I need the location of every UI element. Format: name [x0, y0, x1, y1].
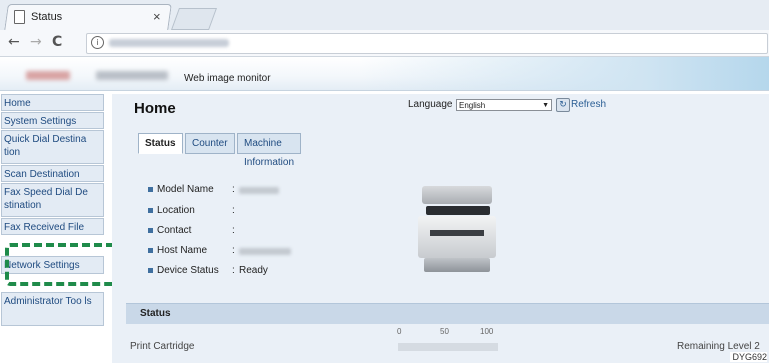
brand-logo-blurred [26, 71, 70, 80]
info-row-host-name: Host Name : [148, 245, 291, 256]
tab-close-icon[interactable]: × [153, 9, 161, 24]
scale-tick-100: 100 [480, 327, 494, 336]
info-row-device-status: Device Status : Ready [148, 265, 288, 276]
product-label: Web image monitor [184, 73, 271, 84]
printer-output-slot [430, 230, 484, 236]
info-row-model-name: Model Name : [148, 184, 279, 195]
browser-tabstrip: Status × [0, 0, 769, 31]
printer-body [418, 216, 496, 258]
tab-machine-information[interactable]: Machine Information [237, 133, 302, 168]
info-row-location: Location : [148, 205, 235, 216]
menu-item-fax-received-file[interactable]: Fax Received File [1, 218, 104, 235]
bullet-icon [148, 207, 153, 213]
language-label: Language [408, 99, 453, 110]
model-name-blurred [96, 71, 168, 80]
refresh-icon[interactable]: ↻ [556, 98, 570, 112]
cartridge-level-bar [398, 343, 498, 351]
main-content: Home Language English ▼ ↻ Refresh Status… [112, 94, 769, 363]
dropdown-arrow-icon: ▼ [542, 102, 549, 109]
browser-toolbar: ← → C i [0, 30, 769, 57]
menu-item-system-settings[interactable]: System Settings [1, 112, 104, 129]
printer-scanner-lid [422, 186, 492, 204]
new-tab-button[interactable] [170, 8, 218, 30]
bullet-icon [148, 227, 153, 233]
browser-tab-content: Status [14, 10, 62, 24]
reload-icon[interactable]: C [52, 34, 62, 50]
menu-item-quick-dial-destination[interactable]: Quick Dial Destina tion [1, 130, 104, 164]
blurred-url [109, 39, 229, 47]
tab-status[interactable]: Status [138, 133, 183, 154]
side-menu: Home System Settings Quick Dial Destina … [0, 94, 108, 363]
bullet-icon [148, 247, 153, 253]
browser-tab-title: Status [31, 11, 63, 23]
figure-code: DYG692 [730, 352, 767, 362]
menu-item-scan-destination[interactable]: Scan Destination [1, 165, 104, 182]
bullet-icon [148, 186, 153, 192]
forward-arrow-icon[interactable]: → [30, 34, 42, 50]
menu-item-administrator-tools[interactable]: Administrator Too ls [1, 292, 104, 326]
colon: : [232, 205, 235, 216]
language-select[interactable]: English ▼ [456, 99, 552, 111]
info-icon[interactable]: i [91, 36, 104, 49]
info-label: Contact [157, 225, 192, 236]
info-label: Location [157, 205, 195, 216]
bullet-icon [148, 267, 153, 273]
printer-image [418, 186, 498, 274]
scale-tick-0: 0 [397, 327, 402, 336]
info-value-blurred [239, 248, 291, 255]
highlight-callout [5, 243, 123, 286]
status-section-title: Status [140, 308, 171, 319]
remaining-level-label: Remaining Level 2 [677, 341, 760, 352]
info-label: Model Name [157, 184, 214, 195]
menu-item-fax-speed-dial-destination[interactable]: Fax Speed Dial De stination [1, 183, 104, 217]
back-arrow-icon[interactable]: ← [8, 34, 20, 50]
address-bar[interactable]: i [86, 33, 768, 54]
page-title: Home [134, 100, 176, 117]
refresh-link[interactable]: Refresh [571, 99, 606, 110]
print-cartridge-label: Print Cartridge [130, 341, 195, 352]
language-value: English [459, 101, 486, 110]
info-label: Host Name [157, 245, 208, 256]
info-label: Device Status [157, 265, 219, 276]
menu-item-home[interactable]: Home [1, 94, 104, 111]
colon: : [232, 225, 235, 236]
tab-counter[interactable]: Counter [185, 133, 235, 154]
printer-paper-tray [424, 258, 490, 272]
brand-bar: Web image monitor [0, 57, 769, 91]
info-value-blurred [239, 187, 279, 194]
colon: : [232, 265, 235, 276]
scale-tick-50: 50 [440, 327, 449, 336]
page-icon [14, 10, 25, 24]
device-status-value: Ready [239, 265, 268, 276]
info-row-contact: Contact : [148, 225, 235, 236]
printer-control-panel [426, 206, 490, 215]
colon: : [232, 184, 235, 195]
colon: : [232, 245, 235, 256]
header-decoration [360, 57, 769, 90]
status-section-header: Status [126, 303, 769, 324]
